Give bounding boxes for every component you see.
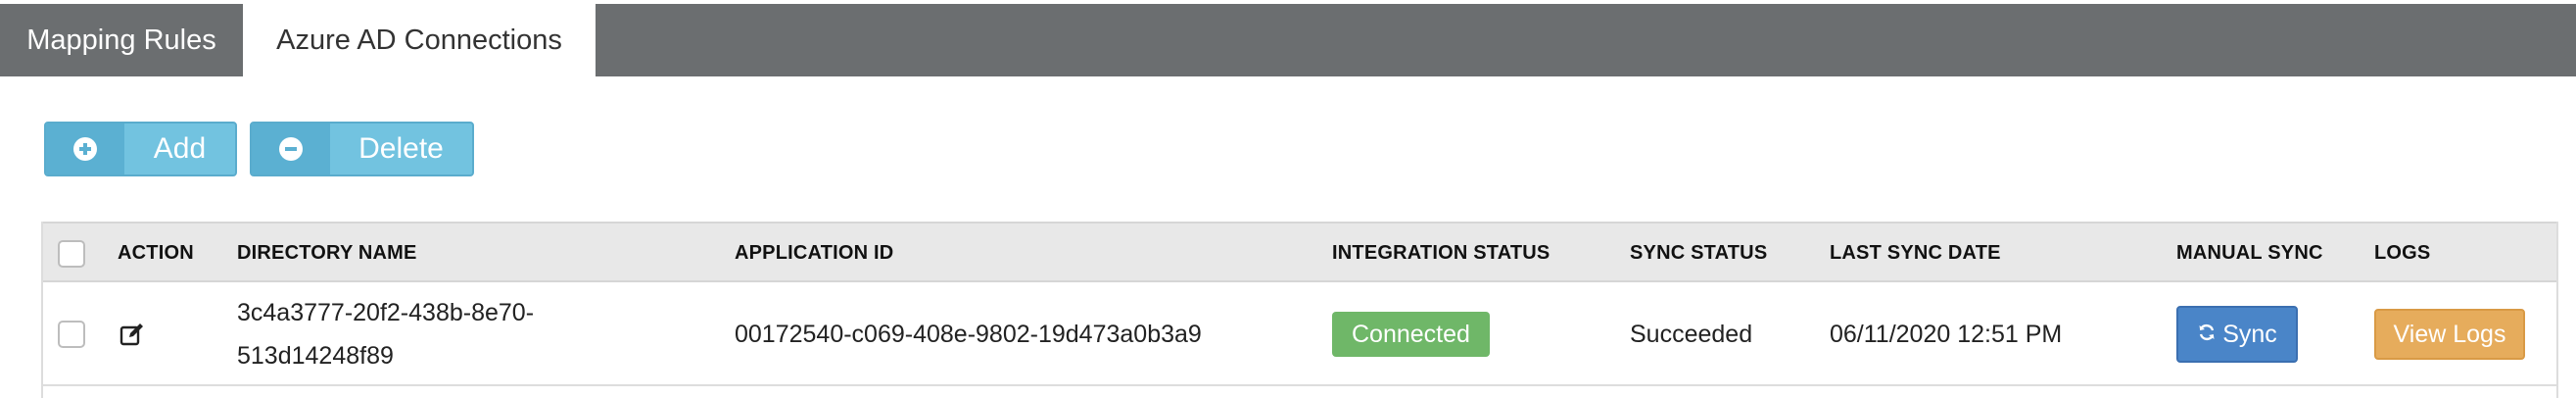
delete-button[interactable]: Delete [250,122,474,176]
column-header-last-sync-date: LAST SYNC DATE [1830,241,2001,264]
last-sync-date-cell: 06/11/2020 12:51 PM [1830,320,2063,348]
sync-button[interactable]: Sync [2176,306,2298,363]
tab-mapping-rules[interactable]: Mapping Rules [0,4,243,76]
column-header-logs: LOGS [2374,241,2431,264]
plus-circle-icon [46,124,124,174]
sync-status-cell: Succeeded [1630,320,1753,348]
table-header: ACTION DIRECTORY NAME APPLICATION ID INT… [43,222,2556,282]
edit-icon[interactable] [119,282,145,386]
add-button[interactable]: Add [44,122,237,176]
column-header-integration-status: INTEGRATION STATUS [1332,241,1550,264]
tab-azure-ad-connections[interactable]: Azure AD Connections [243,4,596,76]
add-button-label: Add [153,132,207,165]
integration-status-cell: Connected [1332,282,1490,386]
table-row: 3c4a3777-20f2-438b-8e70-513d14248f89 001… [43,282,2556,386]
application-id-cell: 00172540-c069-408e-9802-19d473a0b3a9 [735,320,1202,348]
column-header-sync-status: SYNC STATUS [1630,241,1768,264]
sync-button-label: Sync [2222,320,2277,348]
view-logs-button[interactable]: View Logs [2374,309,2525,360]
column-header-directory-name: DIRECTORY NAME [237,241,417,264]
directory-name-cell: 3c4a3777-20f2-438b-8e70-513d14248f89 [237,282,590,386]
directory-name-text: 3c4a3777-20f2-438b-8e70-513d14248f89 [237,299,535,370]
delete-button-label: Delete [358,132,444,165]
minus-circle-icon [252,124,330,174]
status-badge: Connected [1332,312,1490,357]
tab-bar: Mapping Rules Azure AD Connections [0,4,2576,76]
select-all-checkbox[interactable] [58,240,85,268]
column-header-application-id: APPLICATION ID [735,241,894,264]
column-header-manual-sync: MANUAL SYNC [2176,241,2323,264]
column-header-action: ACTION [118,241,194,264]
refresh-icon [2197,321,2217,349]
row-checkbox[interactable] [58,321,85,348]
connections-table: ACTION DIRECTORY NAME APPLICATION ID INT… [41,222,2558,398]
